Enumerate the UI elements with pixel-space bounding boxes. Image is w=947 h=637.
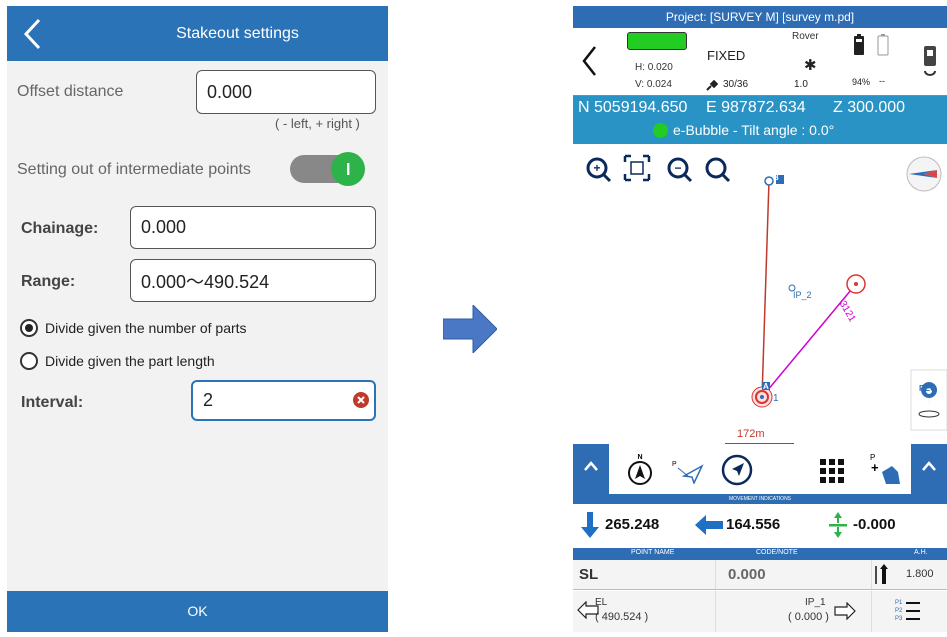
interval-label: Interval: <box>21 394 84 411</box>
settings-header: Stakeout settings <box>7 6 388 61</box>
ok-button[interactable]: OK <box>7 591 388 632</box>
movement-indications-header: MOVEMENT INDICATIONS <box>573 494 947 504</box>
svg-text:N: N <box>637 454 642 461</box>
chevron-up-icon <box>584 461 598 471</box>
receiver-icon[interactable] <box>921 44 939 78</box>
bubble-status-dot <box>653 123 668 138</box>
battery-icon <box>854 34 864 55</box>
h-precision: H: 0.020 <box>635 62 673 73</box>
range-label: Range: <box>21 273 76 290</box>
interval-value: 2 <box>203 390 214 410</box>
z-coordinate: Z 300.000 <box>833 99 906 116</box>
radio-number-of-parts[interactable] <box>20 319 38 337</box>
precision-indicator <box>627 32 687 50</box>
point-row[interactable]: SL 0.000 1.800 <box>573 560 947 590</box>
movement-left-value: 164.556 <box>726 516 781 533</box>
point-b-label: B <box>773 173 779 182</box>
col-code-note: CODE/NOTE <box>756 549 798 556</box>
point-list-p3: P3 <box>895 616 903 622</box>
rover-label: Rover <box>792 31 819 42</box>
chainage-input[interactable]: 0.000 <box>130 206 376 249</box>
intermediate-points-toggle[interactable] <box>289 151 367 187</box>
offset-hint: ( - left, + right ) <box>275 116 360 131</box>
movement-elevation-value: -0.000 <box>853 516 896 533</box>
col-point-name: POINT NAME <box>631 549 675 556</box>
east-coordinate: E 987872.634 <box>706 99 806 116</box>
radio-part-length-label: Divide given the part length <box>45 353 215 369</box>
movement-forward-value: 265.248 <box>605 516 660 533</box>
page-title: Stakeout settings <box>176 25 299 42</box>
point-list-p1: P1 <box>895 600 903 606</box>
rec-label[interactable]: REC <box>919 384 936 393</box>
bubble-text: e-Bubble - Tilt angle : 0.0° <box>673 122 835 138</box>
north-coordinate: N 5059194.650 <box>578 99 688 116</box>
bottom-toolbar: N P P + <box>573 444 947 494</box>
range-input[interactable]: 0.000〜490.524 <box>130 259 376 302</box>
point-name[interactable]: SL <box>579 566 598 583</box>
svg-text:P: P <box>672 461 677 468</box>
survey-app-screen: Project: [SURVEY M] [survey m.pd] H: 0.0… <box>573 6 947 632</box>
chainage-label: Chainage: <box>21 220 99 237</box>
antenna-height-icon <box>875 564 888 584</box>
point-a-label: A <box>763 382 769 391</box>
point-list-icon[interactable]: P1 P2 P3 <box>895 599 902 623</box>
correction-age: 1.0 <box>794 79 808 90</box>
north-compass-icon[interactable]: N <box>627 452 653 486</box>
interval-input[interactable]: 2 <box>191 380 376 421</box>
back-arrow-icon[interactable] <box>579 44 601 78</box>
map-canvas: + − <box>586 154 947 444</box>
v-precision: V: 0.024 <box>635 79 672 90</box>
svg-text:+: + <box>871 460 879 475</box>
add-point-hand-icon[interactable]: P+ <box>868 450 904 488</box>
navigation-icon[interactable] <box>721 454 753 486</box>
point-ip2-label: IP_2 <box>793 290 812 300</box>
previous-point-label[interactable]: EL <box>595 597 607 608</box>
fix-status: FIXED <box>707 48 746 63</box>
point-1-label: 1 <box>773 393 779 404</box>
next-point-label[interactable]: IP_1 <box>805 597 826 608</box>
code-note-value[interactable]: 0.000 <box>728 566 766 583</box>
svg-text:−: − <box>674 161 681 175</box>
coordinates-bar: N 5059194.650 E 987872.634 Z 300.000 e-B… <box>573 96 947 144</box>
offset-distance-input[interactable]: 0.000 <box>196 70 376 114</box>
battery-percent: 94% <box>852 77 871 87</box>
expand-right-button[interactable] <box>911 444 947 494</box>
satellite-icon <box>706 79 719 91</box>
battery-dash: -- <box>879 76 885 86</box>
intermediate-points-label: Setting out of intermediate points <box>17 161 251 178</box>
arrow-down-icon <box>581 512 599 538</box>
gnss-status-bar: H: 0.020 V: 0.024 FIXED 30/36 Rover ✱ 1.… <box>573 28 947 96</box>
right-arrow-icon <box>443 305 497 353</box>
point-navigation-row: EL ( 490.524 ) IP_1 ( 0.000 ) P1 P2 P3 <box>573 591 947 632</box>
next-point-icon[interactable] <box>834 602 856 620</box>
antenna-height-value[interactable]: 1.800 <box>906 568 934 580</box>
expand-left-button[interactable] <box>573 444 609 494</box>
point-table-header: POINT NAME CODE/NOTE A.H. <box>573 548 947 560</box>
navigate-to-point-icon[interactable]: P <box>670 456 704 484</box>
radio-number-of-parts-label: Divide given the number of parts <box>45 320 247 336</box>
stakeout-settings-panel: Stakeout settings Offset distance 0.000 … <box>7 6 388 632</box>
satellite-count: 30/36 <box>723 79 749 90</box>
svg-text:+: + <box>593 161 600 175</box>
movement-values: 265.248 164.556 -0.000 <box>573 504 947 548</box>
next-point-value[interactable]: ( 0.000 ) <box>788 611 829 623</box>
offset-distance-label: Offset distance <box>17 83 124 100</box>
elevation-icon <box>829 512 847 538</box>
col-antenna-height: A.H. <box>914 549 928 556</box>
clear-icon[interactable] <box>353 392 369 408</box>
chevron-up-icon <box>922 461 936 471</box>
grid-menu-icon[interactable] <box>819 458 845 484</box>
scale-label: 172m <box>737 428 765 440</box>
point-list-p2: P2 <box>895 608 903 614</box>
bluetooth-icon: ✱ <box>804 57 817 74</box>
arrow-left-icon <box>695 515 723 535</box>
radio-part-length[interactable] <box>20 352 38 370</box>
battery-icon <box>877 34 889 56</box>
project-title: Project: [SURVEY M] [survey m.pd] <box>573 6 947 28</box>
list-lines-icon <box>906 602 920 620</box>
map-view[interactable]: + − B IP_2 A 1 3121 172m REC <box>573 144 947 444</box>
previous-point-value[interactable]: ( 490.524 ) <box>595 611 648 623</box>
